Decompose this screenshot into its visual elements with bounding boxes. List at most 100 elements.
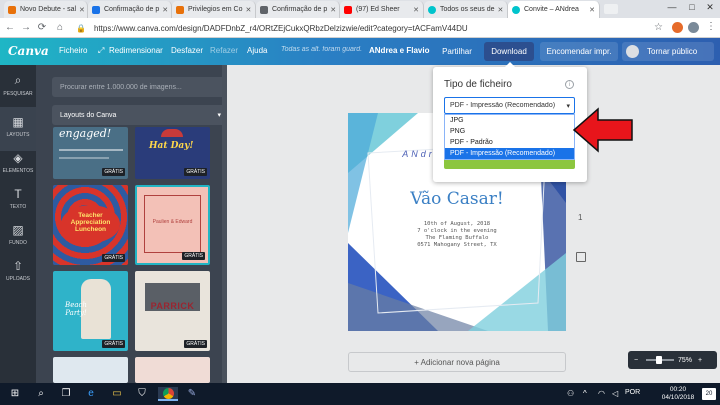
address-bar-row: ← → ⟳ ⌂ 🔒 https://www.canva.com/design/D… [0, 18, 720, 38]
chrome-taskbar-icon[interactable] [158, 387, 178, 401]
edge-icon[interactable]: e [84, 387, 98, 401]
file-explorer-icon[interactable]: ▭ [110, 387, 124, 401]
reload-icon[interactable]: ⟳ [36, 22, 48, 33]
hat-illustration [161, 129, 183, 137]
maximize-icon[interactable]: □ [684, 2, 700, 12]
info-icon[interactable]: i [565, 80, 574, 89]
store-icon[interactable]: ⛉ [135, 387, 149, 401]
back-icon[interactable]: ← [4, 22, 16, 33]
menu-help[interactable]: Ajuda [247, 46, 267, 55]
option-png[interactable]: PNG [445, 126, 574, 137]
template-thumbnail[interactable]: Beach Party! GRÁTIS [53, 271, 128, 351]
option-pdf-print[interactable]: PDF - Impressão (Recomendado) [445, 148, 574, 159]
profile-avatar[interactable] [688, 22, 699, 33]
layouts-icon: ▦ [12, 115, 24, 129]
sidebar-item-uploads[interactable]: ⇧ UPLOADS [0, 251, 36, 295]
duplicate-page-icon[interactable] [576, 252, 586, 262]
zoom-plus-button[interactable]: + [694, 357, 706, 364]
close-tab-icon[interactable]: ✕ [494, 6, 503, 14]
canva-favicon-icon [428, 5, 436, 14]
template-thumbnail[interactable] [135, 357, 210, 383]
chevron-down-icon: ▾ [566, 102, 570, 110]
free-badge: GRÁTIS [184, 340, 207, 348]
template-thumbnail-selected[interactable]: Paulien & Edward GRÁTIS [135, 185, 210, 265]
layout-select[interactable]: Layouts do Canva ▾ [52, 105, 227, 125]
search-icon[interactable]: ⌕ [34, 387, 48, 401]
bookmark-star-icon[interactable]: ☆ [654, 22, 663, 33]
notifications-badge[interactable]: 20 [702, 388, 716, 400]
browser-tab[interactable]: Novo Debute - sal ✕ [4, 1, 88, 18]
minimize-icon[interactable]: — [664, 2, 680, 12]
zoom-slider[interactable] [646, 356, 674, 364]
template-thumbnail[interactable]: Teacher Appreciation Luncheon GRÁTIS [53, 185, 128, 265]
extension-icon[interactable] [672, 22, 683, 33]
close-tab-icon[interactable]: ✕ [159, 6, 168, 14]
browser-tab[interactable]: Confirmação de p ✕ [256, 1, 340, 18]
canva-logo[interactable]: Canva [8, 44, 49, 58]
menu-resize[interactable]: Redimensionar [109, 46, 163, 55]
menu-file[interactable]: Ficheiro [59, 46, 87, 55]
user-avatar [626, 45, 639, 58]
clock[interactable]: 00:20 04/10/2018 [660, 386, 696, 402]
order-print-button[interactable]: Encomendar impr. [540, 42, 618, 61]
make-public-button[interactable]: Tornar público [622, 42, 714, 61]
file-type-options: JPG PNG PDF - Padrão PDF - Impressão (Re… [444, 114, 575, 160]
thumb-line [59, 157, 109, 159]
close-tab-icon[interactable]: ✕ [242, 6, 251, 14]
design-details[interactable]: 10th of August, 2018 7 o'clock in the ev… [348, 221, 566, 249]
browser-tab[interactable]: Todos os seus de ✕ [424, 1, 508, 18]
close-tab-icon[interactable]: ✕ [410, 6, 419, 14]
design-title-text[interactable]: Vão Casar! [348, 189, 566, 209]
zoom-value: 75% [677, 356, 692, 364]
close-tab-icon[interactable]: ✕ [76, 6, 85, 14]
lock-icon: 🔒 [76, 23, 86, 33]
url-field[interactable]: 🔒 https://www.canva.com/design/DADFDnbZ_… [76, 21, 576, 35]
browser-tab[interactable]: Confirmação de p ✕ [88, 1, 172, 18]
close-tab-icon[interactable]: ✕ [586, 6, 595, 14]
share-button[interactable]: Partilhar [436, 42, 478, 61]
windows-start-icon[interactable]: ⊞ [8, 387, 22, 401]
new-tab-button[interactable] [604, 4, 618, 14]
image-search-input[interactable]: Procurar entre 1.000.000 de imagens... [52, 77, 227, 97]
editor-header: Canva Ficheiro ⤢ Redimensionar Desfazer … [0, 38, 720, 65]
windows-taskbar: ⊞ ⌕ ❐ e ▭ ⛉ ✎ ⚇ ^ ◠ ◁ POR 00:20 04/10/20… [0, 383, 720, 405]
background-icon: ▨ [12, 223, 24, 237]
task-view-icon[interactable]: ❐ [59, 387, 73, 401]
wifi-icon[interactable]: ◠ [598, 389, 605, 398]
thumb-line [59, 149, 123, 151]
forward-icon[interactable]: → [20, 22, 32, 33]
add-page-button[interactable]: + Adicionar nova página [348, 352, 566, 372]
close-tab-icon[interactable]: ✕ [327, 6, 336, 14]
tray-arrow-icon[interactable]: ^ [583, 389, 587, 398]
app-icon[interactable]: ✎ [185, 387, 199, 401]
undo-button[interactable]: Desfazer [171, 46, 203, 55]
option-jpg[interactable]: JPG [445, 115, 574, 126]
template-thumbnail[interactable] [53, 357, 128, 383]
download-button[interactable]: Download [484, 42, 534, 61]
close-window-icon[interactable]: ✕ [702, 2, 718, 13]
text-icon: T [14, 187, 22, 201]
volume-icon[interactable]: ◁ [612, 389, 618, 398]
template-thumbnail[interactable]: Hat Day! GRÁTIS [135, 127, 210, 179]
option-pdf-standard[interactable]: PDF - Padrão [445, 137, 574, 148]
browser-tab-active[interactable]: Convite – ANdrea ✕ [508, 1, 600, 18]
download-confirm-button[interactable] [444, 160, 575, 169]
file-type-select[interactable]: PDF - Impressão (Recomendado) ▾ [444, 97, 575, 114]
language-indicator[interactable]: POR [625, 389, 640, 396]
people-icon[interactable]: ⚇ [567, 389, 574, 398]
chrome-menu-icon[interactable]: ⋮ [706, 21, 716, 32]
sidebar-item-search[interactable]: ⌕ PESQUISAR [0, 65, 36, 109]
download-popup: Tipo de ficheiro i PDF - Impressão (Reco… [433, 62, 587, 182]
redo-button[interactable]: Refazer [210, 46, 238, 55]
design-title[interactable]: ANdrea e Flavio [369, 46, 429, 55]
tab-favicon-icon [92, 5, 100, 14]
tab-favicon-icon [8, 5, 16, 14]
upload-icon: ⇧ [12, 259, 24, 273]
zoom-minus-button[interactable]: − [628, 357, 644, 364]
template-thumbnail[interactable]: PARRICK GRÁTIS [135, 271, 210, 351]
home-icon[interactable]: ⌂ [54, 22, 66, 33]
template-thumbnail[interactable]: engaged! GRÁTIS [53, 127, 128, 179]
browser-tab[interactable]: (97) Ed Sheer ✕ [340, 1, 424, 18]
zoom-control: − 75% + [628, 351, 717, 369]
browser-tab[interactable]: Privilegios em Co ✕ [172, 1, 256, 18]
